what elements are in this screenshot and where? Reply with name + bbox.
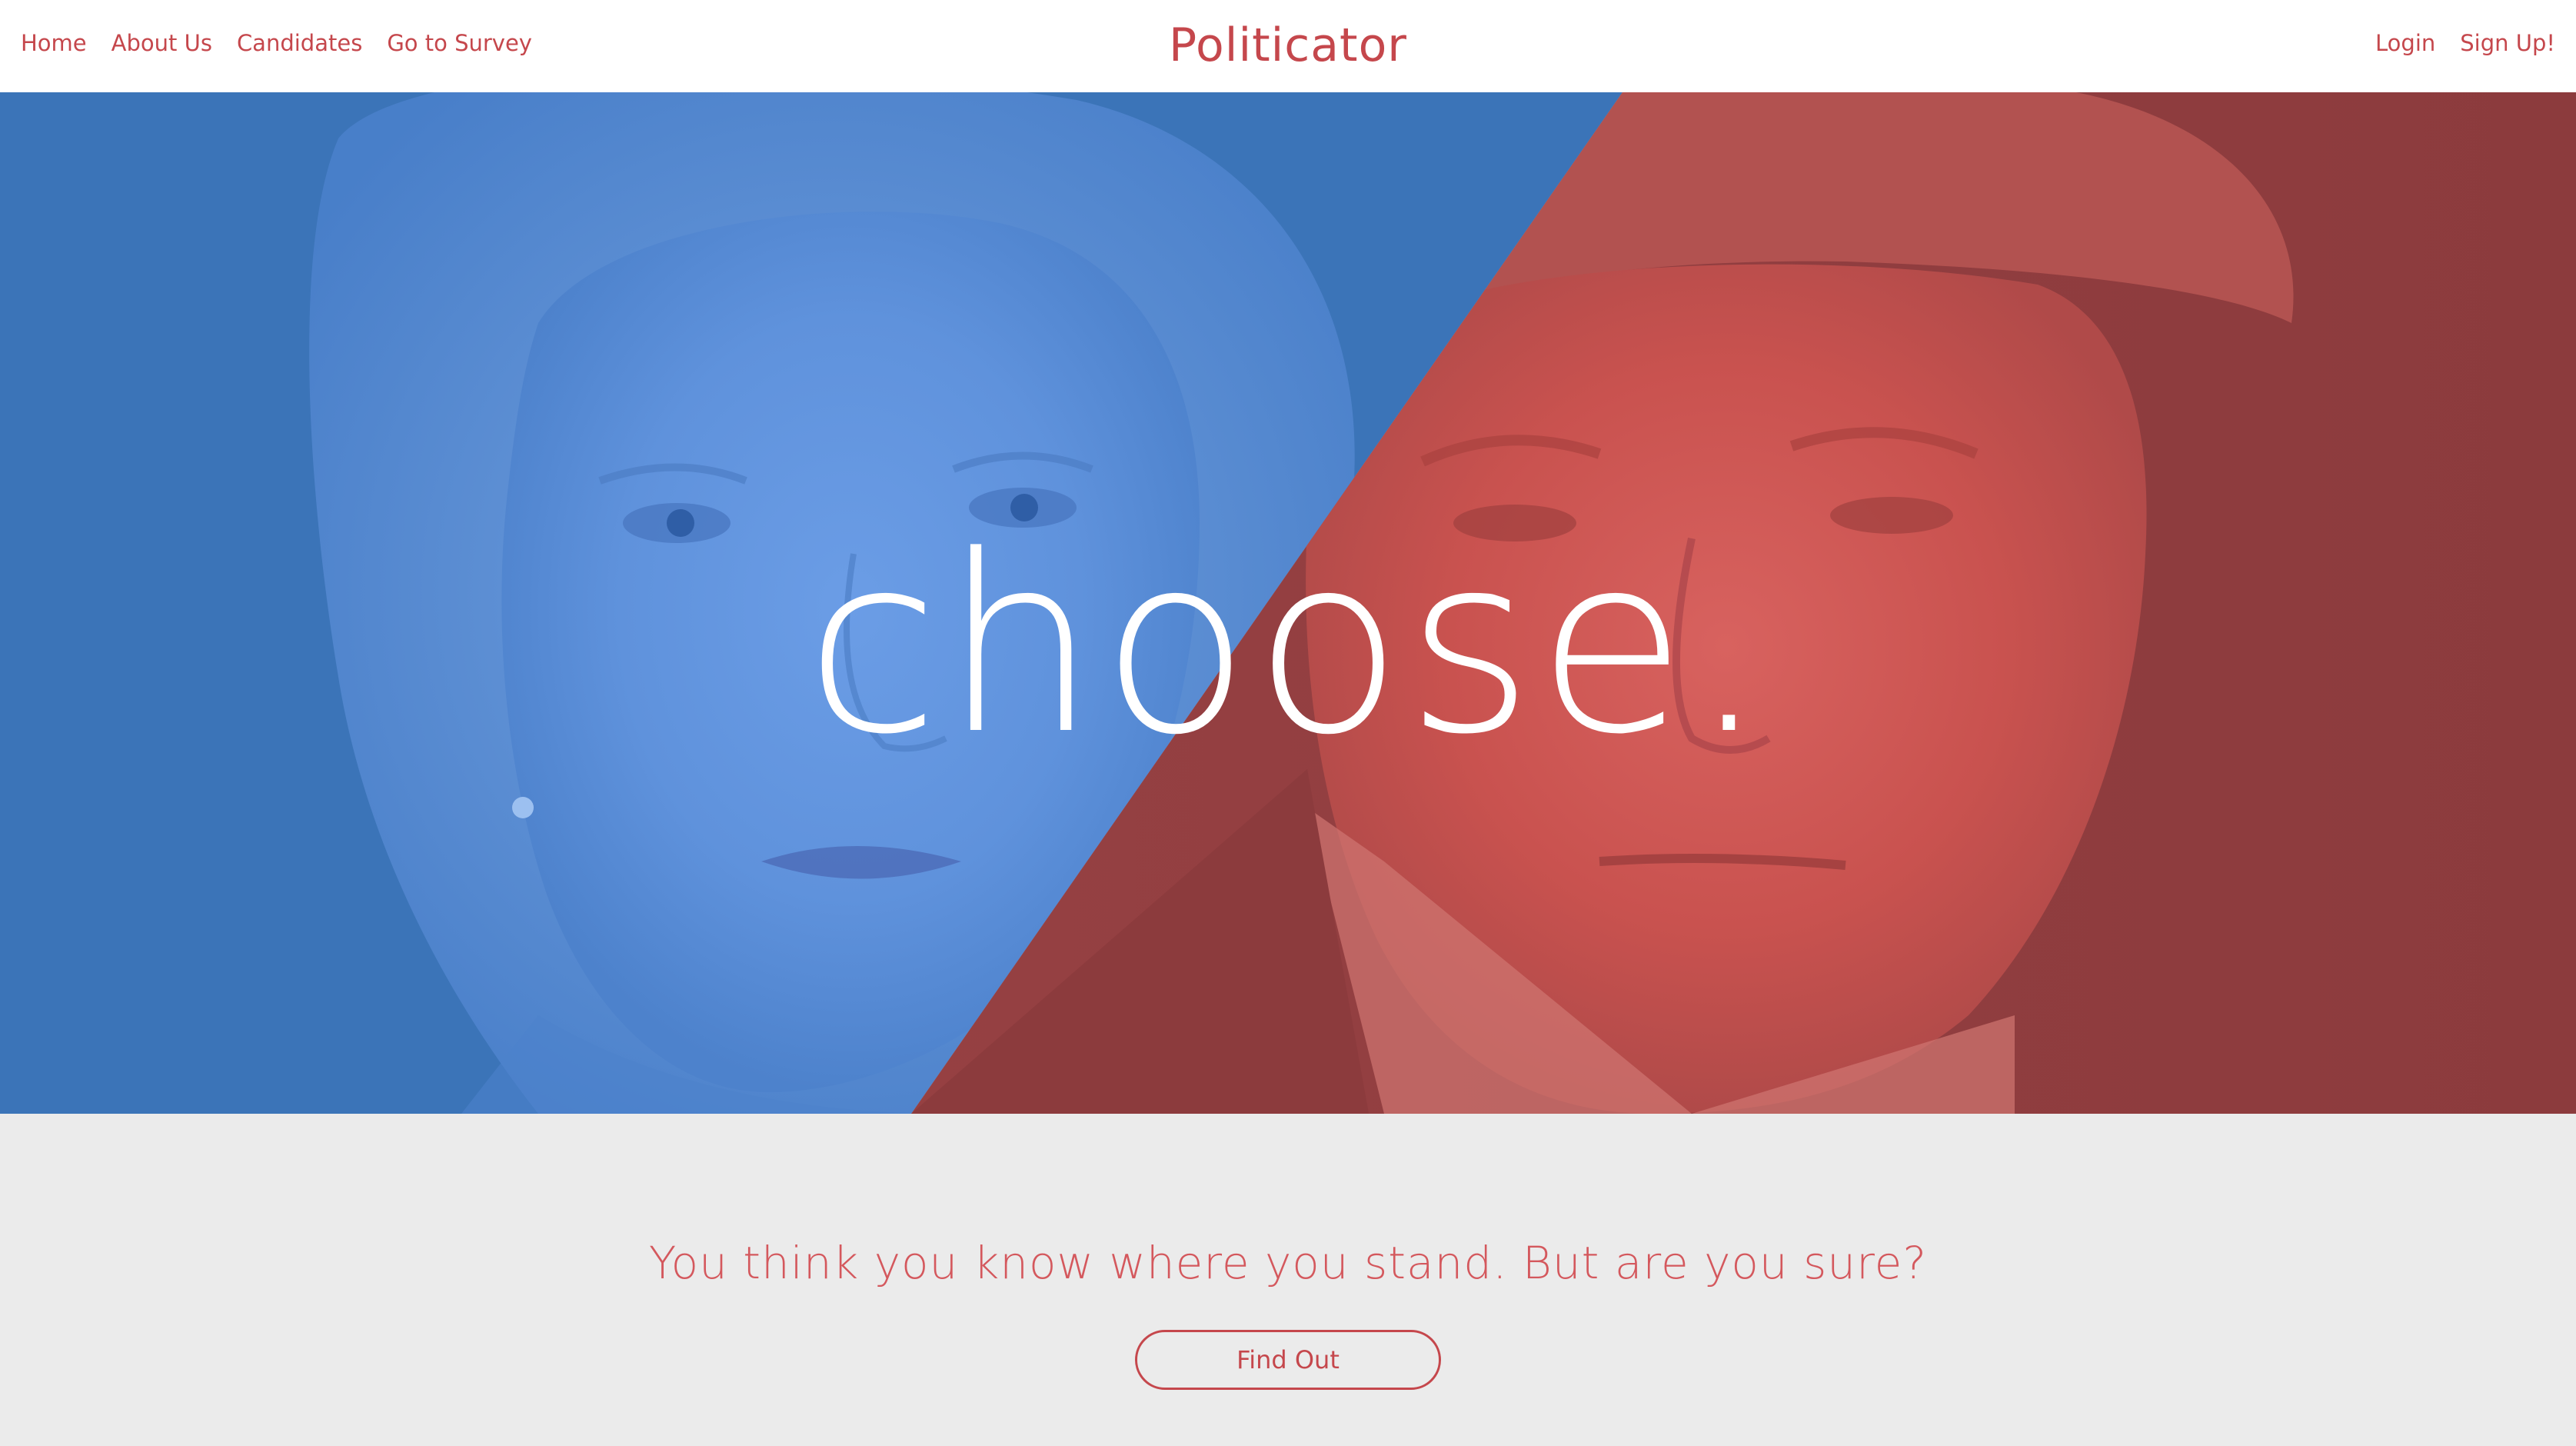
- cta-tagline: You think you know where you stand. But …: [648, 1237, 1928, 1289]
- find-out-button[interactable]: Find Out: [1135, 1330, 1441, 1390]
- cta-section: You think you know where you stand. But …: [0, 1114, 2576, 1446]
- nav-right-links: Login Sign Up!: [2375, 0, 2555, 86]
- login-link[interactable]: Login: [2375, 30, 2435, 56]
- top-navbar: Home About Us Candidates Go to Survey Po…: [0, 0, 2576, 92]
- sign-up-link[interactable]: Sign Up!: [2460, 30, 2555, 56]
- brand-title: Politicator: [1169, 18, 1407, 72]
- brand-logo[interactable]: Politicator: [0, 0, 2576, 91]
- hero-banner: choose.: [0, 92, 2576, 1114]
- hero-split-image: [0, 92, 2576, 1114]
